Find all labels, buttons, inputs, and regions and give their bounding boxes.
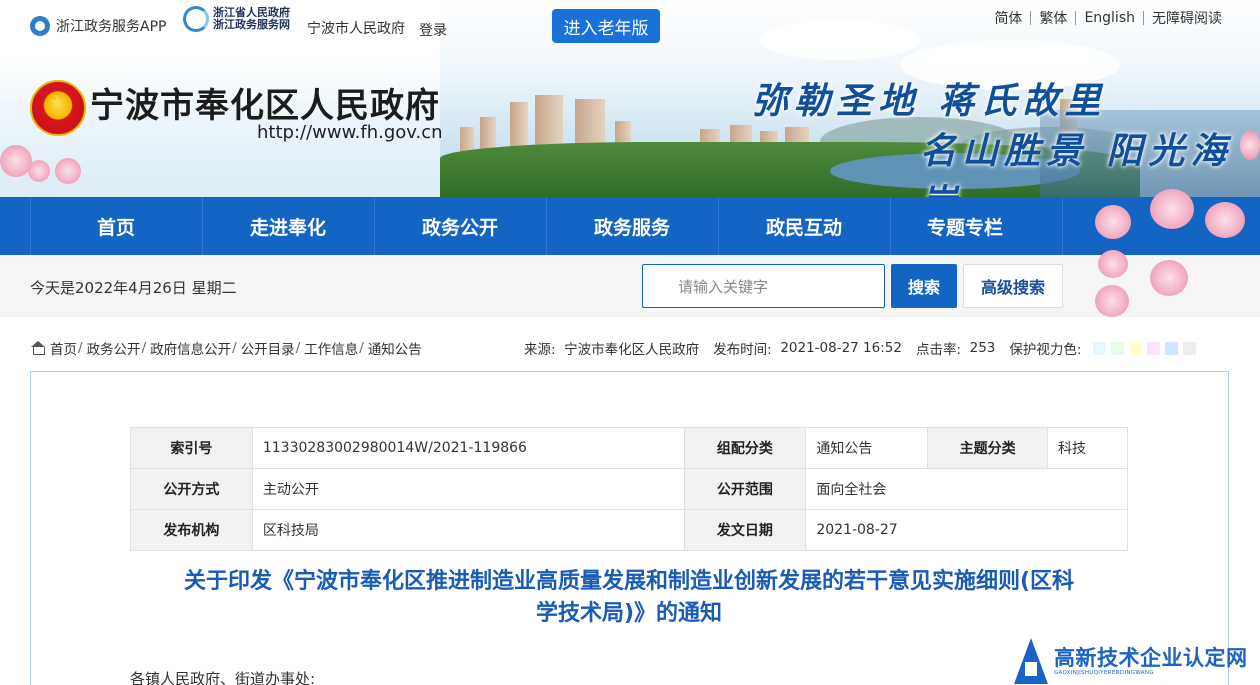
nav-about-fenghua[interactable]: 走进奉化 (202, 197, 374, 255)
breadcrumb-item[interactable]: 公开目录 (241, 338, 295, 358)
site-header: 浙江政务服务APP 浙江省人民政府 浙江政务服务网 宁波市人民政府 登录 进入老… (0, 0, 1260, 197)
watermark-logo: 高新技术企业认定网 GAOXINJISHUQIYERENDINGWANG (1012, 636, 1260, 685)
document-salutation: 各镇人民政府、街道办事处: (130, 670, 316, 685)
national-emblem-icon (30, 80, 86, 136)
breadcrumb-item[interactable]: 首页 (50, 338, 77, 358)
blossom-decoration (1095, 285, 1129, 317)
blossom-decoration (1095, 205, 1131, 239)
topic-value: 科技 (1047, 427, 1128, 469)
article-meta: 来源: 宁波市奉化区人民政府 发布时间: 2021-08-27 16:52 点击… (524, 338, 1197, 358)
zhejiang-gov-service-logo[interactable]: 浙江省人民政府 浙江政务服务网 (183, 6, 290, 32)
nav-gov-services[interactable]: 政务服务 (546, 197, 718, 255)
site-title[interactable]: 宁波市奉化区人民政府 (90, 78, 440, 127)
click-count: 253 (969, 340, 996, 356)
zhejiang-logo-icon (183, 6, 209, 32)
login-link[interactable]: 登录 (419, 20, 447, 40)
breadcrumb: 首页 / 政务公开 / 政府信息公开 / 公开目录 / 工作信息 / 通知公告 (30, 338, 422, 358)
watermark-name: 高新技术企业认定网 (1054, 645, 1248, 670)
nav-gov-affairs-open[interactable]: 政务公开 (374, 197, 546, 255)
breadcrumb-item[interactable]: 政务公开 (87, 338, 141, 358)
elder-mode-button[interactable]: 进入老年版 (552, 9, 660, 43)
table-row: 公开方式 主动公开 公开范围 面向全社会 (130, 468, 1128, 510)
disclosure-mode: 主动公开 (251, 468, 685, 510)
issue-date: 2021-08-27 (805, 509, 1128, 551)
watermark-pinyin: GAOXINJISHUQIYERENDINGWANG (1054, 669, 1154, 676)
watermark-a-icon (1012, 637, 1050, 684)
site-url: http://www.fh.gov.cn (257, 122, 443, 143)
blossom-decoration (55, 158, 81, 184)
slogan-line2: 名山胜景 阳光海岸 (920, 130, 1233, 197)
table-row: 索引号 11330283002980014W/2021-119866 组配分类 … (130, 427, 1128, 469)
blossom-decoration (1150, 260, 1188, 296)
app-link[interactable]: 浙江政务服务APP (30, 16, 166, 36)
today-date: 今天是2022年4月26日 星期二 (30, 279, 237, 297)
accessibility-link[interactable]: 无障碍阅读 (1144, 8, 1230, 28)
simplified-link[interactable]: 简体 (986, 8, 1030, 28)
eye-color-swatch[interactable] (1147, 341, 1161, 355)
home-icon (30, 341, 46, 355)
publish-time: 2021-08-27 16:52 (780, 340, 902, 356)
eye-color-swatch[interactable] (1129, 341, 1143, 355)
language-links: 简体 繁体 English 无障碍阅读 (986, 8, 1230, 28)
main-nav: 首页 走进奉化 政务公开 政务服务 政民互动 专题专栏 (0, 189, 1260, 255)
issuing-org: 区科技局 (251, 509, 685, 551)
blossom-decoration (1098, 250, 1128, 278)
zhejiang-app-icon (30, 16, 50, 36)
info-table: 索引号 11330283002980014W/2021-119866 组配分类 … (130, 427, 1128, 551)
eye-color-swatch[interactable] (1165, 341, 1179, 355)
traditional-link[interactable]: 繁体 (1031, 8, 1075, 28)
date-search-bar: 今天是2022年4月26日 星期二 请输入关键字 搜索 高级搜索 (0, 250, 1260, 317)
ningbo-gov-link[interactable]: 宁波市人民政府 (307, 18, 405, 38)
eye-color-swatch[interactable] (1111, 341, 1125, 355)
document-title: 关于印发《宁波市奉化区推进制造业高质量发展和制造业创新发展的若干意见实施细则(区… (183, 569, 1075, 626)
advanced-search-button[interactable]: 高级搜索 (963, 264, 1063, 308)
category-value: 通知公告 (805, 427, 929, 469)
blossom-decoration (28, 160, 50, 182)
table-row: 发布机构 区科技局 发文日期 2021-08-27 (130, 509, 1128, 551)
article-source: 宁波市奉化区人民政府 (564, 342, 700, 358)
eye-color-swatch[interactable] (1183, 341, 1197, 355)
nav-home[interactable]: 首页 (30, 197, 202, 255)
slogan-line1: 弥勒圣地 蒋氏故里 (752, 80, 1107, 122)
breadcrumb-item[interactable]: 政府信息公开 (150, 338, 231, 358)
disclosure-scope: 面向全社会 (805, 468, 1128, 510)
nav-interaction[interactable]: 政民互动 (718, 197, 890, 255)
top-bar: 浙江政务服务APP 浙江省人民政府 浙江政务服务网 宁波市人民政府 登录 进入老… (0, 0, 1260, 52)
eye-color-swatch[interactable] (1093, 341, 1107, 355)
english-link[interactable]: English (1076, 10, 1143, 26)
breadcrumb-item[interactable]: 通知公告 (368, 338, 422, 358)
blossom-decoration (1205, 202, 1245, 238)
search-button[interactable]: 搜索 (891, 264, 957, 308)
search-input[interactable]: 请输入关键字 (642, 264, 885, 308)
app-label: 浙江政务服务APP (56, 19, 167, 35)
blossom-decoration (1150, 189, 1194, 229)
index-number: 11330283002980014W/2021-119866 (251, 427, 685, 469)
nav-topics[interactable]: 专题专栏 (890, 197, 1040, 255)
breadcrumb-item[interactable]: 工作信息 (304, 338, 358, 358)
